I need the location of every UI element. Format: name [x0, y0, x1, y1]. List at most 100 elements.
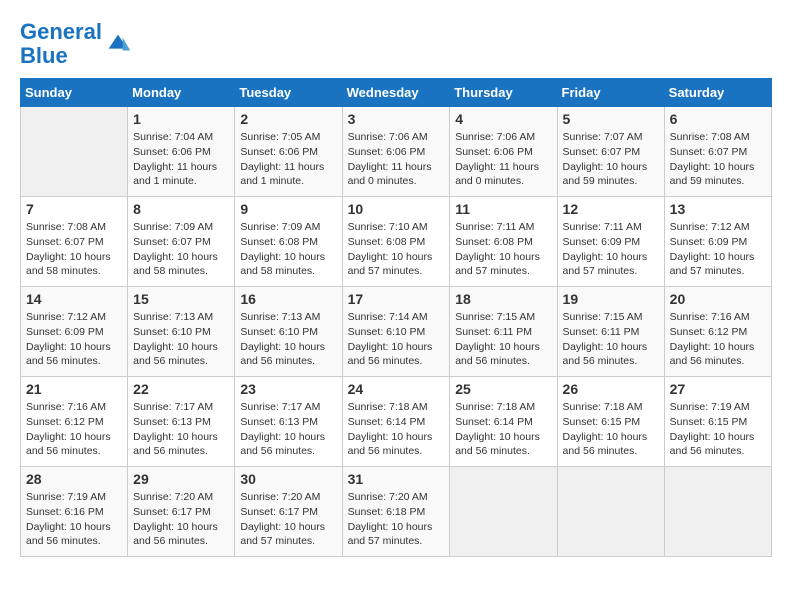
calendar-cell: 4 Sunrise: 7:06 AM Sunset: 6:06 PM Daylig…	[450, 107, 557, 197]
day-info: Sunrise: 7:19 AM Sunset: 6:16 PM Dayligh…	[26, 490, 122, 549]
calendar-cell: 30 Sunrise: 7:20 AM Sunset: 6:17 PM Dayli…	[235, 467, 342, 557]
day-info: Sunrise: 7:13 AM Sunset: 6:10 PM Dayligh…	[240, 310, 336, 369]
calendar-header-row: SundayMondayTuesdayWednesdayThursdayFrid…	[21, 79, 772, 107]
calendar-cell: 16 Sunrise: 7:13 AM Sunset: 6:10 PM Dayli…	[235, 287, 342, 377]
calendar-cell: 18 Sunrise: 7:15 AM Sunset: 6:11 PM Dayli…	[450, 287, 557, 377]
calendar-table: SundayMondayTuesdayWednesdayThursdayFrid…	[20, 78, 772, 557]
day-number: 1	[133, 111, 229, 127]
day-number: 31	[348, 471, 445, 487]
day-number: 18	[455, 291, 551, 307]
day-info: Sunrise: 7:17 AM Sunset: 6:13 PM Dayligh…	[133, 400, 229, 459]
day-number: 4	[455, 111, 551, 127]
day-number: 3	[348, 111, 445, 127]
calendar-cell: 7 Sunrise: 7:08 AM Sunset: 6:07 PM Daylig…	[21, 197, 128, 287]
calendar-cell: 31 Sunrise: 7:20 AM Sunset: 6:18 PM Dayli…	[342, 467, 450, 557]
calendar-cell: 10 Sunrise: 7:10 AM Sunset: 6:08 PM Dayli…	[342, 197, 450, 287]
day-info: Sunrise: 7:11 AM Sunset: 6:08 PM Dayligh…	[455, 220, 551, 279]
day-info: Sunrise: 7:11 AM Sunset: 6:09 PM Dayligh…	[563, 220, 659, 279]
day-info: Sunrise: 7:18 AM Sunset: 6:15 PM Dayligh…	[563, 400, 659, 459]
weekday-header: Monday	[128, 79, 235, 107]
day-info: Sunrise: 7:20 AM Sunset: 6:17 PM Dayligh…	[133, 490, 229, 549]
day-number: 28	[26, 471, 122, 487]
day-info: Sunrise: 7:13 AM Sunset: 6:10 PM Dayligh…	[133, 310, 229, 369]
day-number: 16	[240, 291, 336, 307]
logo-icon	[104, 30, 132, 58]
calendar-week-row: 28 Sunrise: 7:19 AM Sunset: 6:16 PM Dayli…	[21, 467, 772, 557]
day-info: Sunrise: 7:20 AM Sunset: 6:17 PM Dayligh…	[240, 490, 336, 549]
day-info: Sunrise: 7:16 AM Sunset: 6:12 PM Dayligh…	[670, 310, 766, 369]
calendar-cell	[664, 467, 771, 557]
calendar-cell: 3 Sunrise: 7:06 AM Sunset: 6:06 PM Daylig…	[342, 107, 450, 197]
day-number: 19	[563, 291, 659, 307]
calendar-cell: 19 Sunrise: 7:15 AM Sunset: 6:11 PM Dayli…	[557, 287, 664, 377]
logo-text: General Blue	[20, 20, 102, 68]
day-info: Sunrise: 7:20 AM Sunset: 6:18 PM Dayligh…	[348, 490, 445, 549]
day-number: 10	[348, 201, 445, 217]
calendar-cell: 20 Sunrise: 7:16 AM Sunset: 6:12 PM Dayli…	[664, 287, 771, 377]
day-info: Sunrise: 7:06 AM Sunset: 6:06 PM Dayligh…	[455, 130, 551, 189]
calendar-cell: 27Sunrise: 7:19 AM Sunset: 6:15 PM Dayli…	[664, 377, 771, 467]
day-number: 5	[563, 111, 659, 127]
calendar-cell: 14 Sunrise: 7:12 AM Sunset: 6:09 PM Dayli…	[21, 287, 128, 377]
day-info: Sunrise: 7:08 AM Sunset: 6:07 PM Dayligh…	[26, 220, 122, 279]
day-info: Sunrise: 7:15 AM Sunset: 6:11 PM Dayligh…	[455, 310, 551, 369]
day-number: 25	[455, 381, 551, 397]
day-number: 24	[348, 381, 445, 397]
day-number: 27	[670, 381, 766, 397]
calendar-cell: 8Sunrise: 7:09 AM Sunset: 6:07 PM Daylig…	[128, 197, 235, 287]
calendar-cell: 12 Sunrise: 7:11 AM Sunset: 6:09 PM Dayli…	[557, 197, 664, 287]
calendar-week-row: 14 Sunrise: 7:12 AM Sunset: 6:09 PM Dayli…	[21, 287, 772, 377]
calendar-cell: 23 Sunrise: 7:17 AM Sunset: 6:13 PM Dayli…	[235, 377, 342, 467]
calendar-cell: 21 Sunrise: 7:16 AM Sunset: 6:12 PM Dayli…	[21, 377, 128, 467]
calendar-cell: 24 Sunrise: 7:18 AM Sunset: 6:14 PM Dayli…	[342, 377, 450, 467]
weekday-header: Thursday	[450, 79, 557, 107]
calendar-cell: 22 Sunrise: 7:17 AM Sunset: 6:13 PM Dayli…	[128, 377, 235, 467]
calendar-cell: 26 Sunrise: 7:18 AM Sunset: 6:15 PM Dayli…	[557, 377, 664, 467]
day-number: 6	[670, 111, 766, 127]
day-info: Sunrise: 7:17 AM Sunset: 6:13 PM Dayligh…	[240, 400, 336, 459]
day-number: 7	[26, 201, 122, 217]
day-info: Sunrise: 7:04 AM Sunset: 6:06 PM Dayligh…	[133, 130, 229, 189]
calendar-cell: 17 Sunrise: 7:14 AM Sunset: 6:10 PM Dayli…	[342, 287, 450, 377]
weekday-header: Friday	[557, 79, 664, 107]
day-number: 22	[133, 381, 229, 397]
weekday-header: Saturday	[664, 79, 771, 107]
day-info: Sunrise: 7:12 AM Sunset: 6:09 PM Dayligh…	[26, 310, 122, 369]
calendar-cell: 13Sunrise: 7:12 AM Sunset: 6:09 PM Dayli…	[664, 197, 771, 287]
day-number: 20	[670, 291, 766, 307]
calendar-cell: 2Sunrise: 7:05 AM Sunset: 6:06 PM Daylig…	[235, 107, 342, 197]
day-info: Sunrise: 7:09 AM Sunset: 6:08 PM Dayligh…	[240, 220, 336, 279]
day-info: Sunrise: 7:05 AM Sunset: 6:06 PM Dayligh…	[240, 130, 336, 189]
day-info: Sunrise: 7:14 AM Sunset: 6:10 PM Dayligh…	[348, 310, 445, 369]
day-number: 17	[348, 291, 445, 307]
logo: General Blue	[20, 20, 132, 68]
day-info: Sunrise: 7:18 AM Sunset: 6:14 PM Dayligh…	[348, 400, 445, 459]
day-info: Sunrise: 7:18 AM Sunset: 6:14 PM Dayligh…	[455, 400, 551, 459]
day-number: 21	[26, 381, 122, 397]
day-number: 29	[133, 471, 229, 487]
day-info: Sunrise: 7:16 AM Sunset: 6:12 PM Dayligh…	[26, 400, 122, 459]
calendar-cell: 28 Sunrise: 7:19 AM Sunset: 6:16 PM Dayli…	[21, 467, 128, 557]
calendar-cell: 5Sunrise: 7:07 AM Sunset: 6:07 PM Daylig…	[557, 107, 664, 197]
day-info: Sunrise: 7:08 AM Sunset: 6:07 PM Dayligh…	[670, 130, 766, 189]
day-info: Sunrise: 7:06 AM Sunset: 6:06 PM Dayligh…	[348, 130, 445, 189]
calendar-cell: 15 Sunrise: 7:13 AM Sunset: 6:10 PM Dayli…	[128, 287, 235, 377]
day-number: 23	[240, 381, 336, 397]
day-info: Sunrise: 7:10 AM Sunset: 6:08 PM Dayligh…	[348, 220, 445, 279]
day-number: 8	[133, 201, 229, 217]
calendar-cell: 29 Sunrise: 7:20 AM Sunset: 6:17 PM Dayli…	[128, 467, 235, 557]
calendar-cell: 25 Sunrise: 7:18 AM Sunset: 6:14 PM Dayli…	[450, 377, 557, 467]
day-number: 30	[240, 471, 336, 487]
calendar-cell: 1 Sunrise: 7:04 AM Sunset: 6:06 PM Daylig…	[128, 107, 235, 197]
calendar-cell	[557, 467, 664, 557]
day-info: Sunrise: 7:15 AM Sunset: 6:11 PM Dayligh…	[563, 310, 659, 369]
calendar-week-row: 7 Sunrise: 7:08 AM Sunset: 6:07 PM Daylig…	[21, 197, 772, 287]
day-number: 14	[26, 291, 122, 307]
calendar-cell: 11Sunrise: 7:11 AM Sunset: 6:08 PM Dayli…	[450, 197, 557, 287]
calendar-cell: 9Sunrise: 7:09 AM Sunset: 6:08 PM Daylig…	[235, 197, 342, 287]
weekday-header: Sunday	[21, 79, 128, 107]
calendar-cell	[21, 107, 128, 197]
day-number: 15	[133, 291, 229, 307]
day-number: 12	[563, 201, 659, 217]
day-number: 26	[563, 381, 659, 397]
